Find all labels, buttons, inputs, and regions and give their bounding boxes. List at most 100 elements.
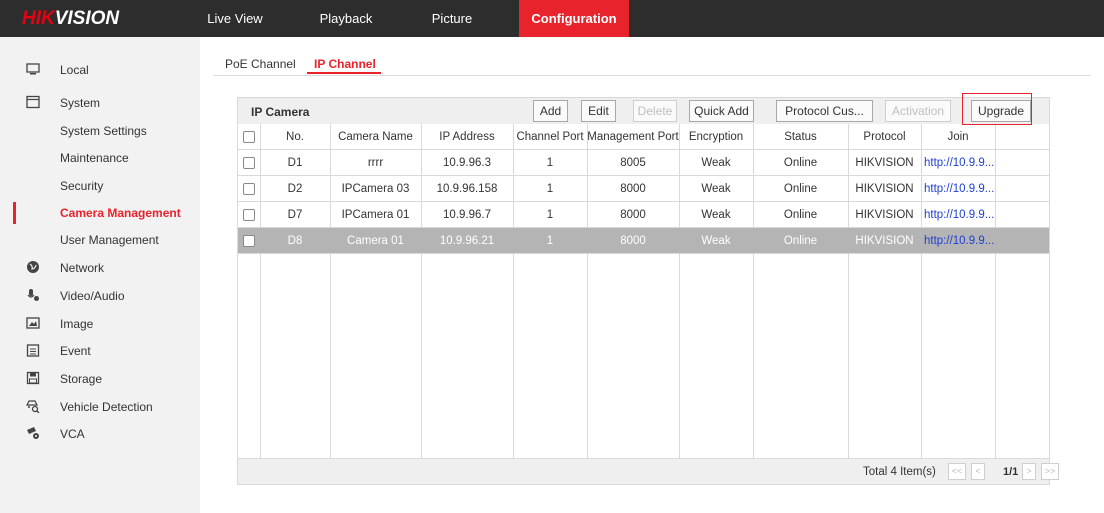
sidebar-item-maintenance[interactable]: Maintenance xyxy=(0,145,200,171)
protocol-button[interactable]: Protocol Cus... xyxy=(776,100,873,122)
cell-encryption: Weak xyxy=(701,209,731,221)
last-page-button[interactable]: >> xyxy=(1041,463,1059,480)
quick-add-button[interactable]: Quick Add xyxy=(689,100,754,122)
sidebar-item-user-management[interactable]: User Management xyxy=(0,227,200,253)
ip-camera-table: No. Camera Name IP Address Channel Port … xyxy=(238,124,1049,458)
vehicle-search-icon xyxy=(26,400,40,413)
sidebar-item-video-audio[interactable]: Video/Audio xyxy=(0,283,200,309)
column-header[interactable]: Camera Name xyxy=(330,124,421,150)
nav-picture[interactable]: Picture xyxy=(418,0,486,37)
row-checkbox[interactable] xyxy=(243,235,255,247)
column-header[interactable]: Management Port xyxy=(587,124,679,150)
activation-button[interactable]: Activation xyxy=(885,100,951,122)
sidebar-item-image[interactable]: Image xyxy=(0,311,200,337)
join-link[interactable]: http://10.9.9... xyxy=(921,202,995,228)
sidebar-item-vca[interactable]: VCA xyxy=(0,421,200,447)
cell-management-port: 8005 xyxy=(620,157,646,169)
table-row[interactable]: D7 IPCamera 01 10.9.96.7 1 8000 Weak Onl… xyxy=(238,202,1049,228)
globe-icon xyxy=(27,261,39,273)
row-checkbox[interactable] xyxy=(243,183,255,195)
join-link[interactable]: http://10.9.9... xyxy=(921,176,995,202)
sidebar-item-security[interactable]: Security xyxy=(0,173,200,199)
column-header[interactable]: Protocol xyxy=(848,124,921,150)
cell-camera-name: IPCamera 03 xyxy=(341,183,410,195)
sidebar-item-camera-management[interactable]: Camera Management xyxy=(0,200,200,226)
cell-ip-address: 10.9.96.7 xyxy=(443,209,491,221)
sidebar-item-storage[interactable]: Storage xyxy=(0,366,200,392)
nav-live-view[interactable]: Live View xyxy=(200,0,270,37)
cell-encryption: Weak xyxy=(701,183,731,195)
cell-ip-address: 10.9.96.3 xyxy=(443,157,491,169)
next-page-button[interactable]: > xyxy=(1022,463,1036,480)
tab-ip-channel[interactable]: IP Channel xyxy=(314,57,376,71)
row-checkbox[interactable] xyxy=(243,209,255,221)
cell-management-port: 8000 xyxy=(620,183,646,195)
nav-configuration[interactable]: Configuration xyxy=(519,0,629,37)
sidebar-item-label: Camera Management xyxy=(60,206,181,220)
sidebar-item-label: Event xyxy=(60,344,91,358)
logo-vision-text: VISION xyxy=(54,8,120,29)
first-page-button[interactable]: << xyxy=(948,463,966,480)
tab-divider xyxy=(213,75,1091,76)
sidebar-item-label: VCA xyxy=(60,427,85,441)
join-link[interactable]: http://10.9.9... xyxy=(921,150,995,176)
sidebar-item-label: Vehicle Detection xyxy=(60,400,153,414)
column-header[interactable]: Status xyxy=(753,124,848,150)
cell-channel-port: 1 xyxy=(546,209,554,221)
sidebar-item-label: Image xyxy=(60,317,94,331)
upgrade-highlight-frame xyxy=(962,93,1032,125)
cell-camera-name: rrrr xyxy=(367,157,384,169)
cell-status: Online xyxy=(783,183,818,195)
cell-status: Online xyxy=(783,235,818,247)
cell-ip-address: 10.9.96.158 xyxy=(436,183,498,195)
tab-poe-channel[interactable]: PoE Channel xyxy=(225,57,296,71)
sidebar-item-label: System xyxy=(60,96,101,110)
prev-page-button[interactable]: < xyxy=(971,463,985,480)
camera-gear-icon xyxy=(27,427,39,439)
cell-camera-name: IPCamera 01 xyxy=(341,209,410,221)
sidebar-item-vehicle-detection[interactable]: Vehicle Detection xyxy=(0,394,200,420)
monitor-icon xyxy=(26,63,40,75)
select-all-checkbox[interactable] xyxy=(243,131,255,143)
cell-no: D7 xyxy=(287,209,303,221)
column-header[interactable]: No. xyxy=(260,124,330,150)
column-header[interactable]: Join xyxy=(921,124,995,150)
edit-button[interactable]: Edit xyxy=(581,100,616,122)
cell-no: D8 xyxy=(287,235,303,247)
cell-status: Online xyxy=(783,209,818,221)
join-link[interactable]: http://10.9.9... xyxy=(921,228,995,254)
sidebar-item-local[interactable]: Local xyxy=(0,57,200,83)
sidebar-item-system[interactable]: System xyxy=(0,90,200,116)
microphone-icon xyxy=(27,289,39,301)
calendar-icon xyxy=(26,344,40,357)
sidebar-item-label: System Settings xyxy=(60,124,147,138)
table-row[interactable]: D2 IPCamera 03 10.9.96.158 1 8000 Weak O… xyxy=(238,176,1049,202)
sidebar-item-system-settings[interactable]: System Settings xyxy=(0,118,200,144)
table-row[interactable]: D1 rrrr 10.9.96.3 1 8005 Weak Online HIK… xyxy=(238,150,1049,176)
delete-button[interactable]: Delete xyxy=(633,100,677,122)
sidebar: Local System System Settings Maintenance… xyxy=(0,37,200,513)
system-icon xyxy=(26,95,40,109)
image-icon xyxy=(26,317,40,329)
column-header[interactable]: Encryption xyxy=(679,124,753,150)
active-tab-indicator xyxy=(307,72,381,74)
sidebar-item-label: Maintenance xyxy=(60,151,129,165)
cell-no: D1 xyxy=(287,157,303,169)
floppy-disk-icon xyxy=(26,371,40,385)
nav-playback[interactable]: Playback xyxy=(310,0,382,37)
cell-management-port: 8000 xyxy=(620,209,646,221)
row-checkbox[interactable] xyxy=(243,157,255,169)
sidebar-item-label: Local xyxy=(60,63,89,77)
column-header[interactable]: IP Address xyxy=(421,124,513,150)
page-indicator: 1/1 xyxy=(1003,466,1019,478)
sidebar-item-network[interactable]: Network xyxy=(0,255,200,281)
column-header[interactable]: Channel Port xyxy=(513,124,587,150)
total-items-label: Total 4 Item(s) xyxy=(863,466,936,478)
pagination-bar: Total 4 Item(s) << < 1/1 > >> xyxy=(238,458,1059,484)
sidebar-item-label: User Management xyxy=(60,233,159,247)
sidebar-item-event[interactable]: Event xyxy=(0,338,200,364)
table-row-selected[interactable]: D8 Camera 01 10.9.96.21 1 8000 Weak Onli… xyxy=(238,228,1049,254)
hikvision-logo: HIKVISION xyxy=(22,8,119,30)
add-button[interactable]: Add xyxy=(533,100,568,122)
cell-channel-port: 1 xyxy=(546,183,554,195)
